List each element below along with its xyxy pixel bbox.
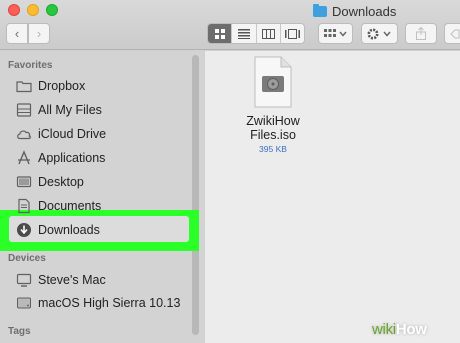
grid-icon (214, 28, 225, 39)
minimize-window-button[interactable] (27, 4, 39, 16)
title-bar: Downloads ‹ › (0, 0, 460, 50)
window-title-text: Downloads (332, 3, 397, 19)
gear-icon (367, 28, 391, 39)
disk-icon (16, 295, 32, 311)
sidebar-item-label: Dropbox (38, 79, 86, 93)
tags-button[interactable] (444, 23, 460, 44)
desktop-icon (16, 174, 32, 190)
folder-icon (313, 3, 327, 17)
sidebar-item-label: Steve's Mac (38, 273, 106, 287)
file-item[interactable]: ZwikiHow Files.iso 395 KB (233, 56, 313, 154)
documents-icon (16, 198, 32, 214)
gallery-view-button[interactable] (281, 24, 304, 43)
tag-icon (449, 29, 459, 38)
sidebar-item-label: Applications (38, 151, 106, 165)
applications-icon (16, 150, 32, 166)
sidebar-item-label: iCloud Drive (38, 127, 107, 141)
list-view-button[interactable] (232, 24, 257, 43)
sidebar-item-desktop[interactable]: Desktop (16, 171, 84, 193)
file-size: 395 KB (259, 144, 287, 154)
sidebar-item-label: Downloads (38, 223, 100, 237)
arrange-button[interactable] (318, 23, 353, 44)
share-icon (416, 27, 426, 40)
downloads-icon (16, 222, 32, 238)
view-mode-selector (207, 23, 305, 44)
sidebar-heading-tags: Tags (8, 326, 31, 337)
sidebar-item-icloud-drive[interactable]: iCloud Drive (16, 123, 106, 145)
sidebar-item-macos-disk[interactable]: macOS High Sierra 10.13 (16, 292, 180, 314)
sidebar-scrollbar[interactable] (192, 51, 199, 343)
forward-button[interactable]: › (28, 23, 50, 44)
gallery-icon (284, 28, 300, 39)
computer-icon (16, 272, 32, 288)
sidebar-item-label: Documents (38, 199, 102, 213)
sidebar-item-documents[interactable]: Documents (16, 195, 101, 217)
chevron-right-icon: › (36, 26, 42, 41)
close-window-button[interactable] (8, 4, 20, 16)
file-name-line: Files.iso (250, 128, 296, 142)
sidebar-scroll-thumb[interactable] (192, 55, 199, 335)
columns-icon (261, 28, 275, 39)
sidebar-item-label: All My Files (38, 103, 102, 117)
disk-image-icon (254, 56, 292, 108)
sidebar-item-applications[interactable]: Applications (16, 147, 105, 169)
sidebar-item-steves-mac[interactable]: Steve's Mac (16, 269, 106, 291)
zoom-window-button[interactable] (46, 4, 58, 16)
sidebar-item-label: Desktop (38, 175, 84, 189)
window-title: Downloads (313, 3, 396, 19)
sidebar-heading-favorites: Favorites (8, 60, 53, 71)
arrange-grid-icon (323, 28, 347, 37)
cloud-icon (16, 126, 32, 142)
file-name-line: ZwikiHow (246, 114, 300, 128)
file-name: ZwikiHow Files.iso (246, 114, 299, 142)
icon-view-button[interactable] (208, 24, 233, 43)
share-button[interactable] (405, 23, 437, 44)
sidebar-heading-devices: Devices (8, 253, 46, 264)
sidebar-item-label: macOS High Sierra 10.13 (38, 296, 181, 310)
back-button[interactable]: ‹ (6, 23, 28, 44)
dropbox-folder-icon (16, 78, 32, 94)
wikihow-watermark: wikiHow (372, 321, 427, 338)
chevron-left-icon: ‹ (14, 26, 20, 41)
action-menu-button[interactable] (361, 23, 398, 44)
sidebar-item-all-my-files[interactable]: All My Files (16, 99, 102, 121)
column-view-button[interactable] (257, 24, 281, 43)
sidebar-item-downloads[interactable]: Downloads (16, 219, 100, 241)
list-icon (237, 28, 250, 39)
all-files-icon (16, 102, 32, 118)
sidebar-item-dropbox[interactable]: Dropbox (16, 75, 85, 97)
